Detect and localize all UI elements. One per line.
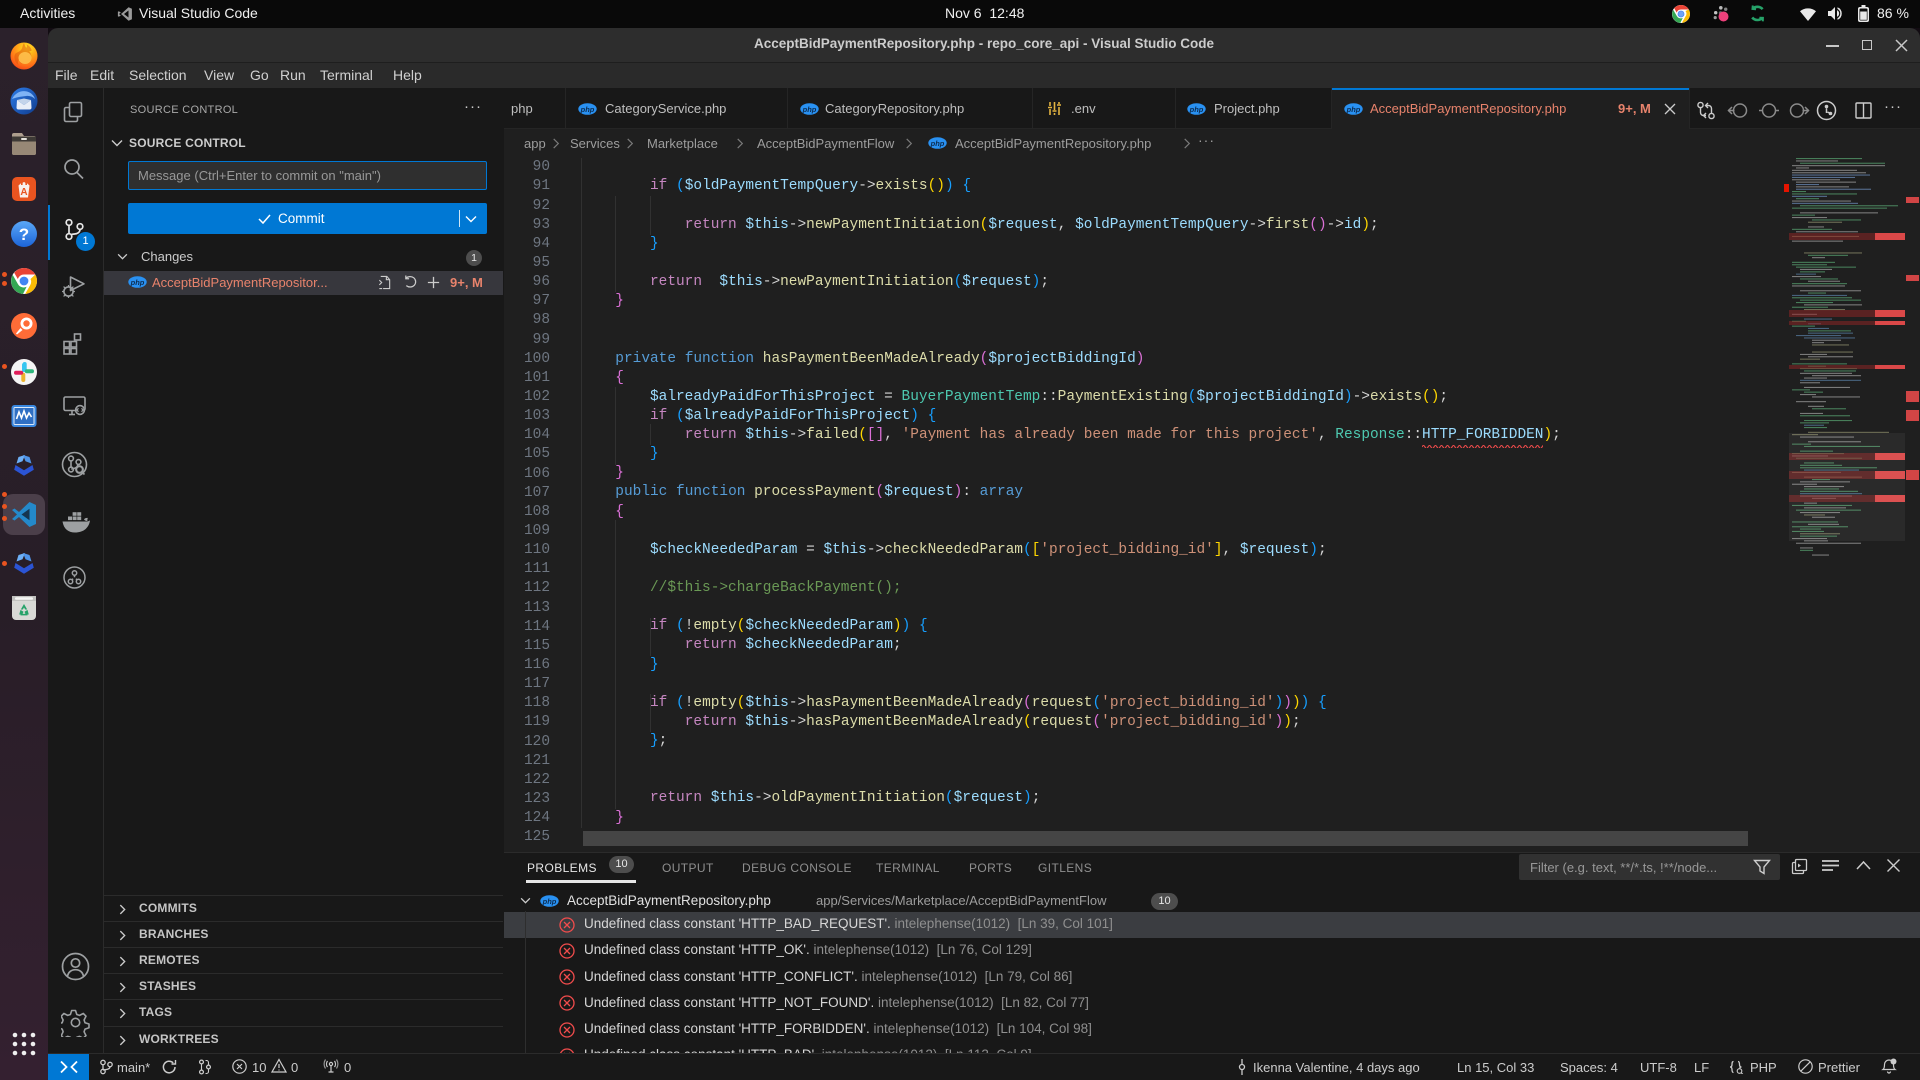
svg-text:php: php bbox=[802, 105, 817, 114]
svg-text:php: php bbox=[130, 278, 145, 287]
svg-text:A: A bbox=[20, 187, 27, 198]
svg-text:php: php bbox=[542, 897, 557, 906]
svg-text:php: php bbox=[580, 105, 595, 114]
svg-text:php: php bbox=[930, 139, 945, 148]
svg-text:php: php bbox=[1189, 105, 1204, 114]
svg-text:php: php bbox=[1346, 105, 1361, 114]
svg-text:?: ? bbox=[19, 225, 29, 244]
